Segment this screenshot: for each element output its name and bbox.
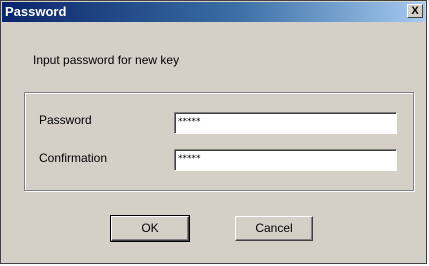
prompt-text: Input password for new key xyxy=(33,53,180,67)
close-icon[interactable]: X xyxy=(407,4,423,18)
password-field[interactable]: ***** xyxy=(174,112,397,134)
confirmation-label: Confirmation xyxy=(39,151,108,165)
password-group-box xyxy=(24,92,414,191)
confirmation-field[interactable]: ***** xyxy=(174,149,397,171)
password-dialog: Password X Input password for new key Pa… xyxy=(0,0,427,264)
window-title: Password xyxy=(5,4,67,19)
title-bar[interactable]: Password X xyxy=(2,2,425,22)
ok-button[interactable]: OK xyxy=(110,215,190,242)
password-label: Password xyxy=(39,113,92,127)
cancel-button[interactable]: Cancel xyxy=(235,216,313,241)
